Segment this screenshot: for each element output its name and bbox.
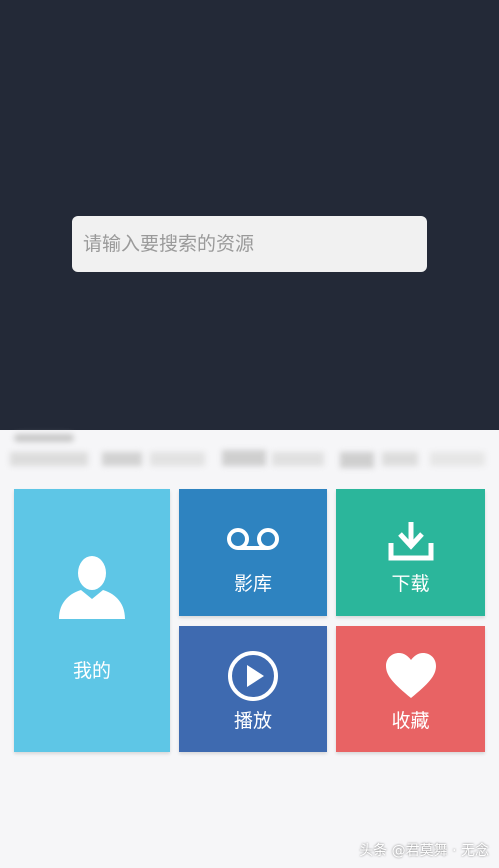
blurred-info-strip — [0, 430, 499, 480]
user-icon — [59, 556, 125, 619]
voicemail-icon — [227, 528, 279, 550]
tile-library-label: 影库 — [233, 573, 272, 595]
play-icon — [228, 651, 278, 701]
watermark: 头条 @君莫舞 · 无念 — [359, 843, 489, 859]
tile-download-label: 下载 — [391, 573, 430, 595]
search-box[interactable] — [72, 215, 427, 273]
tile-favorites-label: 收藏 — [391, 710, 430, 732]
search-input[interactable] — [81, 215, 427, 273]
heart-icon — [385, 653, 436, 698]
download-icon — [388, 522, 433, 561]
tile-mine-label: 我的 — [72, 660, 111, 682]
tile-play-label: 播放 — [233, 710, 272, 732]
tile-play[interactable]: 播放 — [179, 626, 327, 752]
tile-mine[interactable]: 我的 — [14, 489, 170, 752]
tile-library[interactable]: 影库 — [179, 489, 327, 616]
tile-download[interactable]: 下载 — [336, 489, 485, 616]
top-panel — [0, 0, 499, 430]
tile-favorites[interactable]: 收藏 — [336, 626, 485, 752]
